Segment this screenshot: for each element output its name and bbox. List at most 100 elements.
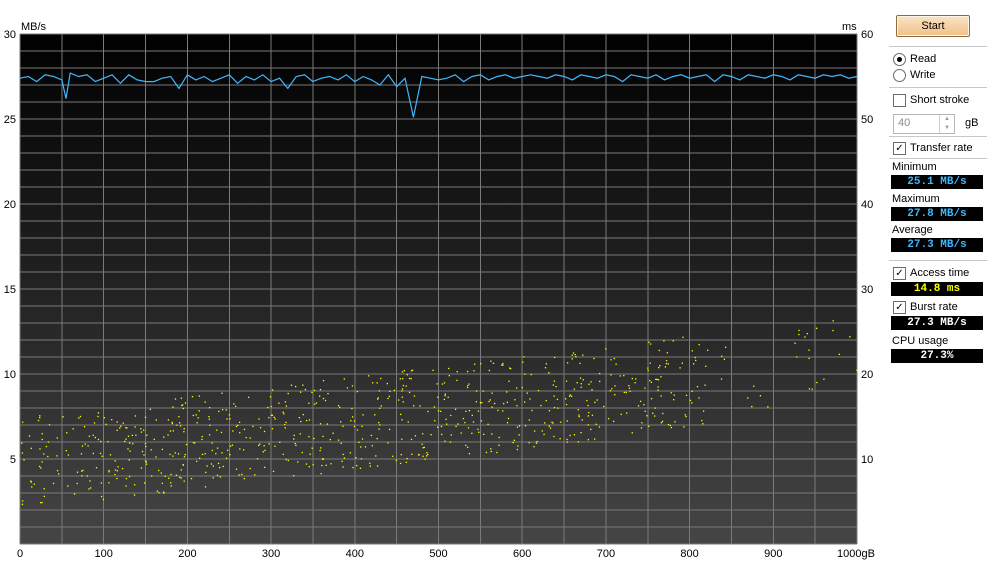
- spin-down-icon[interactable]: ▼: [940, 124, 954, 133]
- access-time-point: [358, 441, 360, 443]
- checkmark-icon[interactable]: ✓: [893, 141, 906, 155]
- access-time-point: [491, 406, 493, 408]
- access-time-point: [378, 422, 380, 424]
- access-time-point: [284, 401, 287, 403]
- access-time-point: [258, 418, 260, 420]
- access-time-point: [506, 422, 509, 424]
- access-time-point: [588, 411, 590, 414]
- spinner-arrows[interactable]: ▲ ▼: [939, 115, 954, 133]
- access-time-point: [119, 427, 121, 429]
- checkmark-icon[interactable]: ✓: [893, 266, 906, 280]
- access-time-point: [559, 438, 561, 440]
- access-time-point: [375, 455, 377, 457]
- access-time-point: [167, 434, 169, 436]
- y-right-tick-label: 20: [861, 369, 873, 381]
- access-time-point: [443, 398, 446, 401]
- access-time-point: [205, 471, 207, 474]
- access-time-point: [127, 435, 130, 437]
- access-time-point: [311, 447, 313, 449]
- access-time-point: [221, 392, 223, 394]
- access-time-point: [418, 454, 420, 456]
- access-time-point: [100, 482, 103, 484]
- write-label: Write: [910, 69, 936, 81]
- access-time-point: [341, 460, 343, 463]
- access-time-point: [299, 433, 301, 435]
- access-time-point: [216, 474, 219, 477]
- burst-rate-checkbox[interactable]: ✓ Burst rate: [893, 300, 958, 314]
- access-time-point: [114, 460, 116, 462]
- access-time-point: [229, 453, 231, 456]
- access-time-point: [380, 377, 382, 380]
- access-time-point: [464, 421, 466, 424]
- access-time-point: [325, 464, 327, 466]
- access-time-point: [312, 464, 314, 466]
- access-time-point: [566, 441, 569, 443]
- access-time-point: [411, 453, 413, 456]
- access-time-point: [661, 420, 664, 423]
- access-time-point: [180, 469, 182, 471]
- access-time-point: [580, 386, 582, 388]
- radio-selected-icon[interactable]: [893, 52, 906, 66]
- access-time-point: [516, 405, 518, 407]
- access-time-point: [506, 401, 509, 403]
- access-time-point: [625, 391, 627, 394]
- write-radio[interactable]: Write: [893, 68, 935, 82]
- maximum-value: 27.8 MB/s: [891, 207, 983, 221]
- access-time-point: [590, 381, 592, 383]
- benchmark-chart: 5 10 15 20 25 30 10 20 30 40 50 60 0 100 200 300 400 50…: [0, 0, 880, 562]
- access-time-point: [570, 395, 573, 397]
- access-time-checkbox[interactable]: ✓ Access time: [893, 266, 969, 280]
- access-time-point: [235, 425, 238, 428]
- access-time-point: [557, 407, 559, 409]
- access-time-point: [565, 403, 568, 406]
- access-time-point: [436, 426, 439, 428]
- access-time-point: [654, 415, 656, 417]
- access-time-point: [543, 433, 545, 436]
- access-time-point: [753, 385, 755, 387]
- access-time-point: [806, 332, 808, 335]
- access-time-point: [47, 441, 50, 443]
- x-tick-label: 1000gB: [837, 548, 875, 560]
- access-time-point: [450, 414, 452, 417]
- access-time-point: [449, 441, 452, 443]
- access-time-point: [628, 387, 631, 389]
- average-value: 27.3 MB/s: [891, 238, 983, 252]
- access-time-point: [196, 460, 198, 462]
- short-stroke-checkbox[interactable]: Short stroke: [893, 93, 969, 107]
- cpu-usage-value: 27.3%: [891, 349, 983, 363]
- access-time-point: [462, 417, 465, 420]
- access-time-point: [691, 350, 693, 352]
- access-time-point: [516, 426, 519, 428]
- checkbox-unchecked-icon[interactable]: [893, 93, 906, 107]
- spin-up-icon[interactable]: ▲: [940, 115, 954, 124]
- access-time-point: [327, 392, 329, 395]
- access-time-point: [656, 378, 658, 381]
- access-time-point: [195, 414, 197, 416]
- access-time-point: [198, 457, 201, 459]
- access-time-point: [39, 416, 41, 419]
- checkmark-icon[interactable]: ✓: [893, 300, 906, 314]
- access-time-point: [222, 465, 224, 468]
- access-time-point: [548, 410, 551, 412]
- access-time-point: [264, 449, 266, 452]
- access-time-point: [454, 408, 457, 410]
- access-time-point: [581, 419, 583, 421]
- access-time-point: [386, 382, 388, 385]
- short-stroke-spinner[interactable]: 40 ▲ ▼: [893, 114, 955, 134]
- access-time-point: [364, 446, 367, 448]
- access-time-point: [131, 434, 134, 437]
- access-time-point: [209, 424, 211, 426]
- read-radio[interactable]: Read: [893, 52, 936, 66]
- access-time-point: [362, 414, 364, 416]
- access-time-point: [158, 492, 160, 494]
- radio-unselected-icon[interactable]: [893, 68, 906, 82]
- access-time-point: [603, 405, 605, 408]
- access-time-point: [487, 423, 489, 426]
- start-button[interactable]: Start: [896, 15, 970, 37]
- transfer-rate-checkbox[interactable]: ✓ Transfer rate: [893, 141, 973, 155]
- burst-rate-value: 27.3 MB/s: [891, 316, 983, 330]
- access-time-point: [444, 394, 446, 397]
- access-time-point: [294, 442, 296, 445]
- access-time-point: [78, 417, 80, 419]
- y-left-tick-label: 20: [4, 199, 16, 211]
